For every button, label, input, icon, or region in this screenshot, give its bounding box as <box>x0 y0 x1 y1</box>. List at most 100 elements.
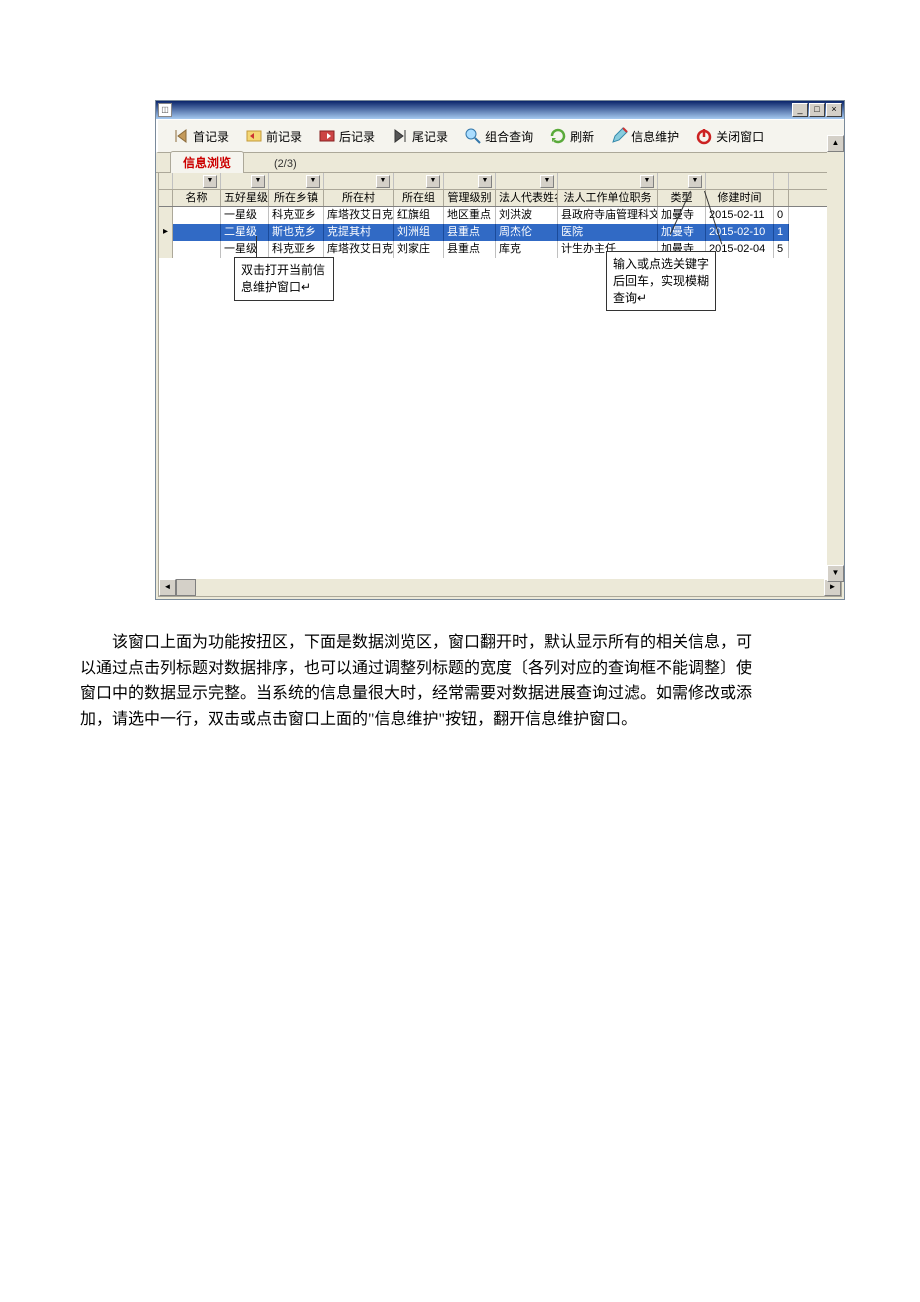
last-record-button[interactable]: 尾记录 <box>383 125 456 147</box>
last-label: 尾记录 <box>412 128 448 145</box>
cell[interactable]: 县重点 <box>444 241 496 258</box>
col-town[interactable]: 所在乡镇 <box>269 190 324 206</box>
next-record-button[interactable]: 后记录 <box>310 125 383 147</box>
combo-query-button[interactable]: 组合查询 <box>456 125 541 147</box>
description-text: 该窗口上面为功能按扭区，下面是数据浏览区，窗口翻开时，默认显示所有的相关信息，可… <box>80 630 760 732</box>
col-village[interactable]: 所在村 <box>324 190 394 206</box>
cell[interactable]: 0 <box>774 207 789 224</box>
app-icon: ◫ <box>158 103 172 117</box>
scroll-down-button[interactable]: ▼ <box>827 565 844 582</box>
filter-extra[interactable] <box>774 173 789 189</box>
tab-info-browse[interactable]: 信息浏览 <box>170 151 244 173</box>
col-type[interactable]: 类型 <box>658 190 706 206</box>
power-icon <box>695 127 713 145</box>
close-window-button[interactable]: 关闭窗口 <box>687 125 772 147</box>
cell[interactable] <box>173 207 221 224</box>
filter-date[interactable] <box>706 173 774 189</box>
filter-group[interactable]: ▼ <box>394 173 444 189</box>
minimize-button[interactable]: _ <box>792 103 808 117</box>
cell[interactable] <box>173 224 221 241</box>
toolbar: 首记录 前记录 后记录 尾记录 组合查询 刷新 信息维护 关闭窗口 <box>156 119 844 153</box>
col-indicator <box>159 190 173 206</box>
table-row[interactable]: 一星级科克亚乡库塔孜艾日克刘家庄县重点库克计生办主任加曼寺2015-02-045 <box>159 241 841 258</box>
window-controls: _ □ × <box>792 103 842 117</box>
refresh-icon <box>549 127 567 145</box>
filter-job[interactable]: ▼ <box>558 173 658 189</box>
col-group[interactable]: 所在组 <box>394 190 444 206</box>
cell[interactable]: 地区重点 <box>444 207 496 224</box>
h-scrollbar[interactable]: ◄ ► <box>159 579 841 596</box>
tabbar: 信息浏览 (2/3) <box>156 153 844 173</box>
table-row[interactable]: 一星级科克亚乡库塔孜艾日克红旗组地区重点刘洪波县政府寺庙管理科文加曼寺2015-… <box>159 207 841 224</box>
cell[interactable]: 刘家庄 <box>394 241 444 258</box>
titlebar[interactable]: ◫ _ □ × <box>156 101 844 119</box>
prev-icon <box>245 127 263 145</box>
cell[interactable]: 5 <box>774 241 789 258</box>
chevron-down-icon[interactable]: ▼ <box>203 175 217 188</box>
cell[interactable]: 克提其村 <box>324 224 394 241</box>
cell[interactable]: 斯也克乡 <box>269 224 324 241</box>
cell[interactable]: 红旗组 <box>394 207 444 224</box>
filter-type[interactable]: ▼ <box>658 173 706 189</box>
chevron-down-icon[interactable]: ▼ <box>251 175 265 188</box>
v-scrollbar[interactable]: ▲ ▼ <box>827 135 844 582</box>
chevron-down-icon[interactable]: ▼ <box>376 175 390 188</box>
first-record-button[interactable]: 首记录 <box>164 125 237 147</box>
cell[interactable]: 加曼寺 <box>658 224 706 241</box>
col-star[interactable]: 五好星级 <box>221 190 269 206</box>
cell[interactable]: 一星级 <box>221 241 269 258</box>
query-label: 组合查询 <box>485 128 533 145</box>
next-icon <box>318 127 336 145</box>
cell[interactable]: 刘洲组 <box>394 224 444 241</box>
row-indicator <box>159 241 173 258</box>
prev-label: 前记录 <box>266 128 302 145</box>
refresh-button[interactable]: 刷新 <box>541 125 602 147</box>
scroll-left-button[interactable]: ◄ <box>159 579 176 596</box>
cell[interactable]: 库克 <box>496 241 558 258</box>
filter-name[interactable]: ▼ <box>173 173 221 189</box>
cell[interactable]: 县政府寺庙管理科文 <box>558 207 658 224</box>
search-icon <box>464 127 482 145</box>
maximize-button[interactable]: □ <box>809 103 825 117</box>
chevron-down-icon[interactable]: ▼ <box>306 175 320 188</box>
table-row[interactable]: ▸二星级斯也克乡克提其村刘洲组县重点周杰伦医院加曼寺2015-02-101 <box>159 224 841 241</box>
col-job[interactable]: 法人工作单位职务 <box>558 190 658 206</box>
cell[interactable]: 刘洪波 <box>496 207 558 224</box>
chevron-down-icon[interactable]: ▼ <box>540 175 554 188</box>
col-extra[interactable] <box>774 190 789 206</box>
chevron-down-icon[interactable]: ▼ <box>688 175 702 188</box>
filter-village[interactable]: ▼ <box>324 173 394 189</box>
col-name[interactable]: 名称 <box>173 190 221 206</box>
filter-legal-name[interactable]: ▼ <box>496 173 558 189</box>
first-icon <box>172 127 190 145</box>
chevron-down-icon[interactable]: ▼ <box>640 175 654 188</box>
cell[interactable]: 二星级 <box>221 224 269 241</box>
cell[interactable]: 县重点 <box>444 224 496 241</box>
close-button[interactable]: × <box>826 103 842 117</box>
cell[interactable]: 库塔孜艾日克 <box>324 207 394 224</box>
filter-level[interactable]: ▼ <box>444 173 496 189</box>
col-level[interactable]: 管理级别 <box>444 190 496 206</box>
cell[interactable]: 科克亚乡 <box>269 241 324 258</box>
first-label: 首记录 <box>193 128 229 145</box>
edit-icon <box>610 127 628 145</box>
cell[interactable] <box>173 241 221 258</box>
data-panel: ▼ ▼ ▼ ▼ ▼ ▼ ▼ ▼ ▼ 名称 五好星级 所在乡镇 所在村 所在组 管… <box>158 173 842 597</box>
cell[interactable]: 2015-02-04 <box>706 241 774 258</box>
prev-record-button[interactable]: 前记录 <box>237 125 310 147</box>
scroll-up-button[interactable]: ▲ <box>827 135 844 152</box>
cell[interactable]: 1 <box>774 224 789 241</box>
chevron-down-icon[interactable]: ▼ <box>426 175 440 188</box>
cell[interactable]: 科克亚乡 <box>269 207 324 224</box>
filter-star[interactable]: ▼ <box>221 173 269 189</box>
cell[interactable]: 2015-02-11 <box>706 207 774 224</box>
filter-town[interactable]: ▼ <box>269 173 324 189</box>
cell[interactable]: 一星级 <box>221 207 269 224</box>
cell[interactable]: 医院 <box>558 224 658 241</box>
chevron-down-icon[interactable]: ▼ <box>478 175 492 188</box>
cell[interactable]: 库塔孜艾日克 <box>324 241 394 258</box>
cell[interactable]: 周杰伦 <box>496 224 558 241</box>
col-legal-name[interactable]: 法人代表姓名 <box>496 190 558 206</box>
col-date[interactable]: 修建时间 <box>706 190 774 206</box>
maintain-button[interactable]: 信息维护 <box>602 125 687 147</box>
